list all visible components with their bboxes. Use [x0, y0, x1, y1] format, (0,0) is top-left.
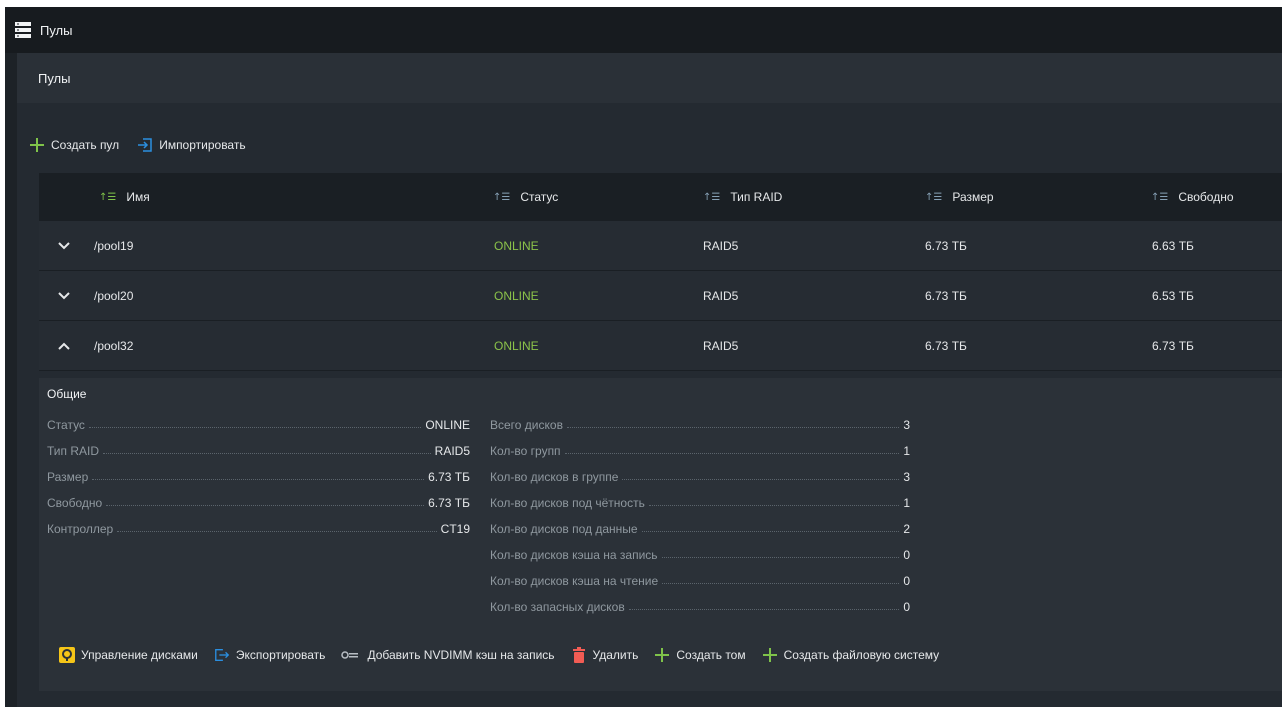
sort-icon: ↑☰ — [1151, 191, 1169, 203]
import-icon — [137, 137, 153, 153]
create-volume-label: Создать том — [676, 648, 746, 662]
pool-details-panel: Общие Статус ONLINE Тип RAID RAID5 Размер 6… — [39, 378, 1282, 691]
pool-status: ONLINE — [494, 289, 539, 303]
panel-header: Пулы — [17, 53, 1282, 103]
import-label: Импортировать — [159, 138, 246, 152]
detail-total-disks: Всего дисков 3 — [490, 418, 910, 432]
pool-toolbar: Создать пул Импортировать — [29, 134, 264, 156]
pool-name: /pool19 — [94, 239, 134, 253]
manage-disks-button[interactable]: Управление дисками — [59, 647, 198, 663]
sort-icon: ↑☰ — [703, 191, 721, 203]
delete-label: Удалить — [592, 648, 639, 662]
pool-size: 6.73 ТБ — [925, 339, 967, 353]
table-row[interactable]: /pool20 ONLINE RAID5 6.73 ТБ 6.53 ТБ — [39, 271, 1282, 321]
export-label: Экспортировать — [235, 648, 326, 662]
export-icon — [214, 647, 230, 663]
detail-write-cache-disks: Кол-во дисков кэша на запись 0 — [490, 548, 910, 562]
detail-free: Свободно 6.73 ТБ — [47, 496, 470, 510]
manage-disks-label: Управление дисками — [81, 648, 198, 662]
pool-size: 6.73 ТБ — [925, 289, 967, 303]
sort-icon: ↑☰ — [99, 191, 117, 203]
sort-icon: ↑☰ — [925, 191, 943, 203]
title-bar: Пулы — [5, 7, 1282, 53]
table-row[interactable]: /pool19 ONLINE RAID5 6.73 ТБ 6.63 ТБ — [39, 221, 1282, 271]
create-filesystem-button[interactable]: Создать файловую систему — [762, 647, 940, 663]
detail-size: Размер 6.73 ТБ — [47, 470, 470, 484]
column-header-raid[interactable]: ↑☰ Тип RAID — [703, 190, 782, 204]
detail-read-cache-disks: Кол-во дисков кэша на чтение 0 — [490, 574, 910, 588]
disk-icon — [59, 647, 75, 663]
create-pool-label: Создать пул — [51, 138, 120, 152]
column-header-size[interactable]: ↑☰ Размер — [925, 190, 994, 204]
add-nvdimm-button[interactable]: Добавить NVDIMM кэш на запись — [341, 647, 555, 663]
detail-raid: Тип RAID RAID5 — [47, 444, 470, 458]
pool-name: /pool20 — [94, 289, 134, 303]
panel-title: Пулы — [38, 70, 71, 86]
detail-status: Статус ONLINE — [47, 418, 470, 432]
pool-raid: RAID5 — [703, 289, 739, 303]
column-header-status[interactable]: ↑☰ Статус — [493, 190, 558, 204]
chevron-up-icon[interactable] — [54, 336, 74, 356]
chevron-down-icon[interactable] — [54, 236, 74, 256]
pool-raid: RAID5 — [703, 239, 739, 253]
import-button[interactable]: Импортировать — [137, 137, 246, 153]
app-window: Пулы Пулы Создать пул Импортировать ↑☰ И… — [5, 7, 1282, 707]
create-filesystem-label: Создать файловую систему — [783, 648, 940, 662]
pool-status: ONLINE — [494, 239, 539, 253]
export-button[interactable]: Экспортировать — [214, 647, 326, 663]
column-label: Размер — [952, 190, 994, 204]
server-stack-icon — [14, 21, 32, 39]
detail-parity-disks: Кол-во дисков под чётность 1 — [490, 496, 910, 510]
pool-status: ONLINE — [494, 339, 539, 353]
pool-free: 6.73 ТБ — [1152, 339, 1194, 353]
detail-disks-per-group: Кол-во дисков в группе 3 — [490, 470, 910, 484]
create-volume-button[interactable]: Создать том — [654, 647, 746, 663]
plus-icon — [762, 647, 778, 663]
delete-button[interactable]: Удалить — [571, 647, 639, 663]
plus-icon — [654, 647, 670, 663]
table-row[interactable]: /pool32 ONLINE RAID5 6.73 ТБ 6.73 ТБ — [39, 321, 1282, 371]
add-nvdimm-label: Добавить NVDIMM кэш на запись — [367, 648, 555, 662]
details-title: Общие — [47, 387, 87, 401]
column-label: Статус — [520, 190, 559, 204]
pools-table: ↑☰ Имя ↑☰ Статус ↑☰ Тип RAID ↑☰ Размер ↑… — [39, 173, 1282, 371]
pool-free: 6.63 ТБ — [1152, 239, 1194, 253]
detail-spare-disks: Кол-во запасных дисков 0 — [490, 600, 910, 614]
plus-icon — [29, 137, 45, 153]
key-icon — [341, 647, 361, 663]
table-header: ↑☰ Имя ↑☰ Статус ↑☰ Тип RAID ↑☰ Размер ↑… — [39, 173, 1282, 221]
column-label: Тип RAID — [730, 190, 783, 204]
pool-size: 6.73 ТБ — [925, 239, 967, 253]
pool-actions-toolbar: Управление дисками Экспортировать Добави… — [59, 644, 955, 666]
pool-name: /pool32 — [94, 339, 134, 353]
detail-data-disks: Кол-во дисков под данные 2 — [490, 522, 910, 536]
column-header-free[interactable]: ↑☰ Свободно — [1151, 190, 1234, 204]
detail-groups: Кол-во групп 1 — [490, 444, 910, 458]
trash-icon — [571, 647, 587, 663]
pool-raid: RAID5 — [703, 339, 739, 353]
create-pool-button[interactable]: Создать пул — [29, 137, 119, 153]
column-header-name[interactable]: ↑☰ Имя — [99, 190, 150, 204]
sort-icon: ↑☰ — [493, 191, 511, 203]
app-title: Пулы — [40, 22, 73, 38]
column-label: Свободно — [1178, 190, 1234, 204]
chevron-down-icon[interactable] — [54, 286, 74, 306]
column-label: Имя — [126, 190, 150, 204]
detail-controller: Контроллер CT19 — [47, 522, 470, 536]
pool-free: 6.53 ТБ — [1152, 289, 1194, 303]
